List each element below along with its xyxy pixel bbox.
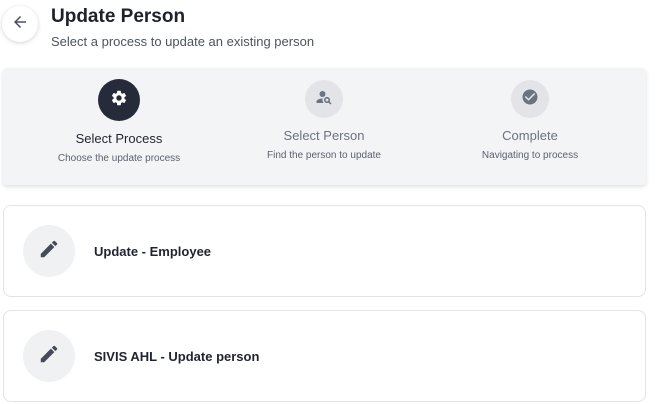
card-icon-circle (23, 330, 75, 382)
step-label: Select Person (283, 128, 365, 143)
step-circle-active (98, 79, 140, 121)
card-icon-circle (23, 225, 75, 277)
step-description: Navigating to process (481, 150, 579, 161)
step-select-person: Select Person Find the person to update (224, 68, 424, 161)
back-button[interactable] (2, 6, 38, 42)
gear-icon (110, 89, 128, 112)
check-circle-icon (521, 88, 539, 111)
step-label: Complete (502, 128, 558, 143)
process-label: Update - Employee (94, 243, 212, 259)
process-stepper: Select Process Choose the update process… (3, 68, 646, 185)
page-title: Update Person (51, 6, 186, 27)
step-description: Choose the update process (57, 153, 181, 164)
process-label: SIVIS AHL - Update person (94, 348, 260, 364)
step-circle-inactive (511, 80, 549, 118)
step-complete: Complete Navigating to process (430, 68, 630, 161)
process-card-sivis-ahl-update-person[interactable]: SIVIS AHL - Update person (3, 310, 646, 402)
page-subtitle: Select a process to update an existing p… (51, 34, 315, 49)
step-select-process: Select Process Choose the update process (19, 68, 219, 164)
step-label: Select Process (75, 131, 163, 146)
step-description: Find the person to update (267, 150, 381, 161)
pencil-icon (38, 343, 60, 370)
step-circle-inactive (305, 80, 343, 118)
pencil-icon (38, 238, 60, 265)
person-search-icon (315, 88, 333, 111)
process-card-update-employee[interactable]: Update - Employee (3, 205, 646, 297)
arrow-left-icon (11, 13, 29, 36)
